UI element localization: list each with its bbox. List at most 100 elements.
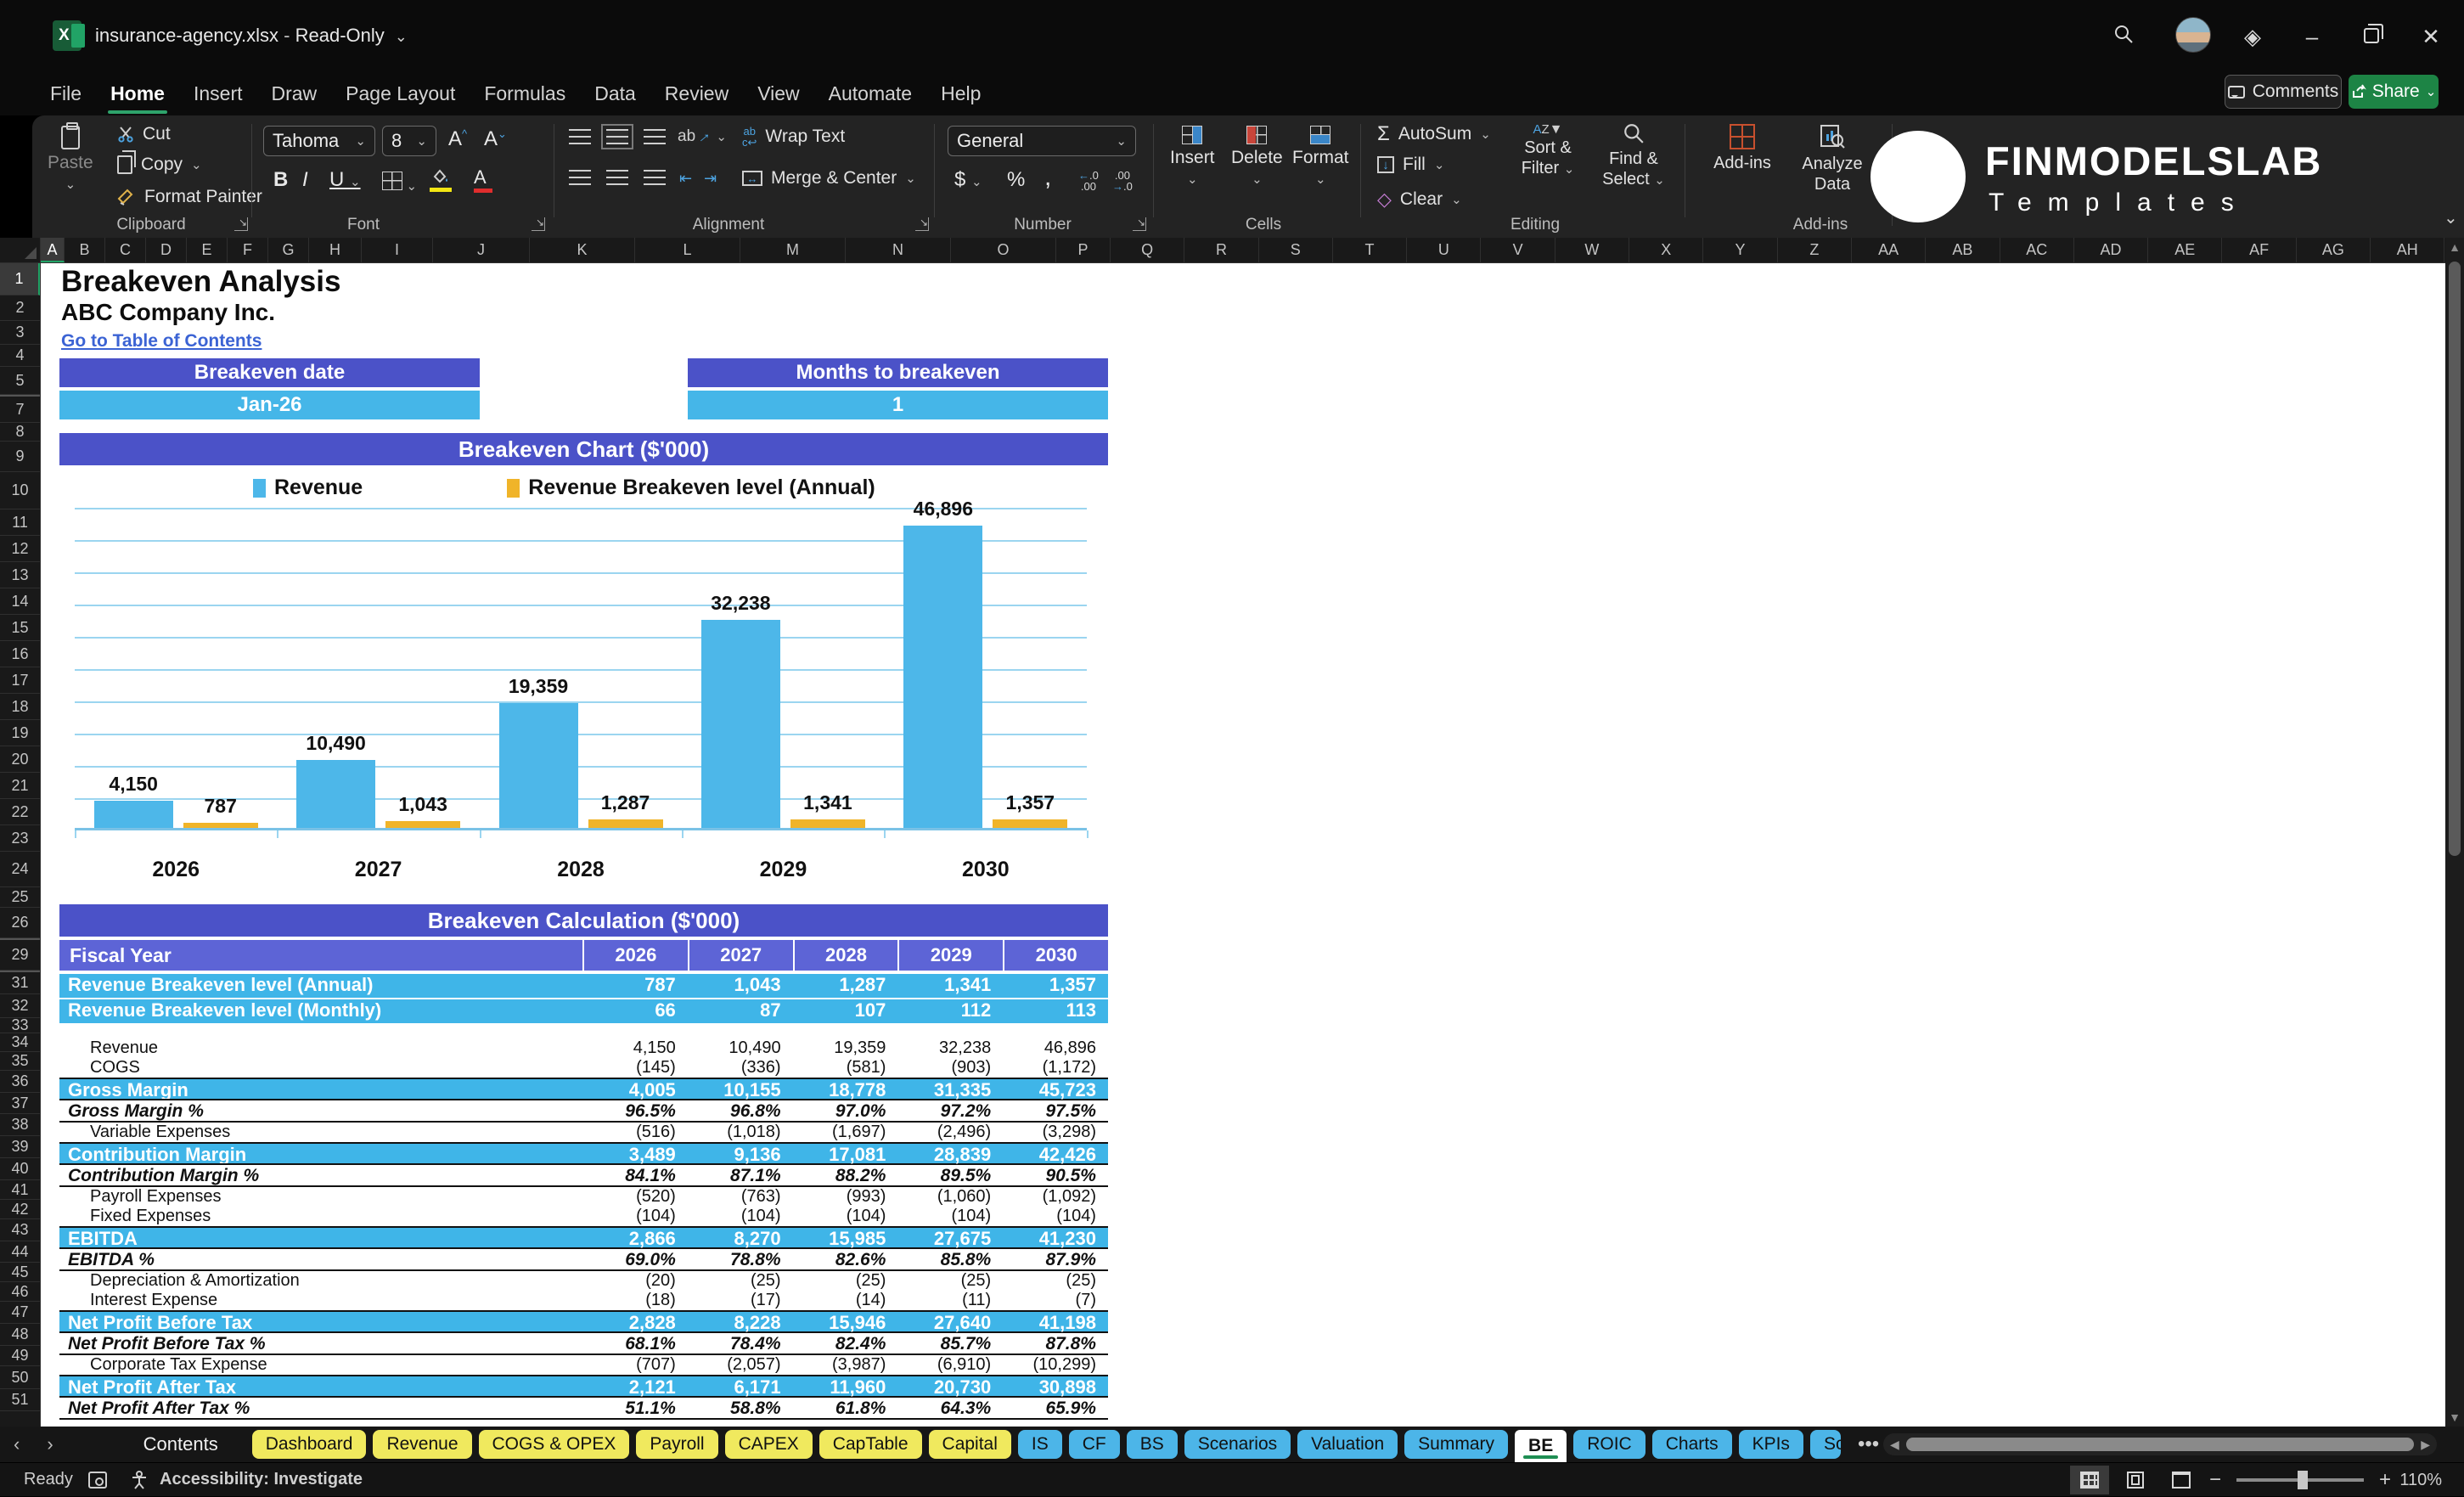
row-header-29[interactable]: 29 [0,938,40,971]
column-header-M[interactable]: M [740,238,846,262]
cell-value[interactable]: 2,121 [582,1376,688,1398]
cell-value[interactable]: 88.2% [793,1165,898,1185]
cell-value[interactable]: 32,238 [897,1038,1003,1058]
column-header-T[interactable]: T [1333,238,1408,262]
sheet-tab-contents[interactable]: Contents [67,1433,252,1455]
cell-value[interactable]: 78.4% [688,1333,793,1353]
cell-value[interactable]: 8,270 [688,1228,793,1249]
row-header-39[interactable]: 39 [0,1136,40,1158]
table-row-spacer[interactable] [59,1025,1108,1038]
vertical-align-buttons[interactable] [569,124,666,149]
column-header-H[interactable]: H [309,238,362,262]
cell-value[interactable]: (18) [582,1291,688,1310]
cell-value[interactable]: (2,496) [897,1123,1003,1142]
menu-draw[interactable]: Draw [257,76,332,112]
table-row-contribution-margin-[interactable]: Contribution Margin % 84.1% 87.1% 88.2% 89.5… [59,1165,1108,1187]
sheet-tab-bs[interactable]: BS [1126,1430,1178,1459]
row-header-23[interactable]: 23 [0,825,40,852]
cell-value[interactable]: 96.8% [688,1100,793,1121]
addins-button[interactable]: Add-ins [1702,124,1783,173]
row-header-16[interactable]: 16 [0,641,40,667]
column-header-Y[interactable]: Y [1703,238,1778,262]
column-header-AB[interactable]: AB [1926,238,2000,262]
row-label[interactable]: Fixed Expenses [59,1207,582,1226]
column-header-AG[interactable]: AG [2297,238,2371,262]
align-center-icon[interactable] [606,170,628,185]
read-only-badge[interactable]: Read-Only [295,25,385,46]
avatar[interactable] [2175,17,2211,53]
cell-value[interactable]: (7) [1003,1291,1108,1310]
row-header-38[interactable]: 38 [0,1114,40,1136]
table-row-variable-expenses[interactable]: Variable Expenses (516) (1,018) (1,697) (2,4… [59,1123,1108,1142]
table-row-corporate-tax-expense[interactable]: Corporate Tax Expense (707) (2,057) (3,987)… [59,1355,1108,1375]
column-header-F[interactable]: F [228,238,268,262]
fill-button[interactable]: ↓ Fill ⌄ [1377,155,1444,175]
row-header-7[interactable]: 7 [0,395,40,423]
cell-value[interactable]: (104) [688,1207,793,1226]
row-header-45[interactable]: 45 [0,1263,40,1282]
row-header-31[interactable]: 31 [0,971,40,994]
cell-value[interactable]: 1,341 [897,974,1003,998]
page-break-view-button[interactable] [2162,1466,2201,1494]
column-header-K[interactable]: K [530,238,635,262]
cell-value[interactable]: (1,018) [688,1123,793,1142]
cell-value[interactable]: 61.8% [793,1398,898,1418]
font-dialog-launcher[interactable]: ↘ [532,217,545,231]
sheet-tab-captable[interactable]: CapTable [819,1430,922,1459]
sheet-tab-summary[interactable]: Summary [1404,1430,1509,1459]
sheet-tab-roic[interactable]: ROIC [1573,1430,1645,1459]
cell-value[interactable]: (14) [793,1291,898,1310]
cell-value[interactable]: 3,489 [582,1144,688,1165]
scroll-down-icon[interactable]: ▼ [2445,1408,2464,1427]
zoom-in-button[interactable]: + [2374,1468,2396,1492]
scroll-left-icon[interactable]: ◀ [1883,1438,1906,1452]
cell-value[interactable]: 15,946 [793,1312,898,1333]
cell-value[interactable]: 66 [582,999,688,1023]
row-header-5[interactable]: 5 [0,367,40,395]
row-header-22[interactable]: 22 [0,799,40,825]
italic-button[interactable]: I [302,168,308,192]
column-header-S[interactable]: S [1259,238,1333,262]
fiscal-year-2030[interactable]: 2030 [1003,940,1108,971]
row-label[interactable]: EBITDA % [59,1249,582,1269]
row-header-48[interactable]: 48 [0,1324,40,1346]
clear-button[interactable]: ◇ Clear ⌄ [1377,189,1462,211]
cell-value[interactable]: (10,299) [1003,1355,1108,1375]
row-header-43[interactable]: 43 [0,1219,40,1241]
cell-value[interactable]: 10,155 [688,1079,793,1100]
cell-value[interactable]: 2,866 [582,1228,688,1249]
row-header-32[interactable]: 32 [0,994,40,1018]
cell-value[interactable]: (2,057) [688,1355,793,1375]
row-header-4[interactable]: 4 [0,345,40,367]
menu-data[interactable]: Data [580,76,650,112]
cell-value[interactable]: 787 [582,974,688,998]
cell-value[interactable]: 90.5% [1003,1165,1108,1185]
column-header-L[interactable]: L [635,238,740,262]
row-header-46[interactable]: 46 [0,1282,40,1302]
column-header-D[interactable]: D [146,238,187,262]
minimize-button[interactable]: – [2298,22,2326,51]
fiscal-year-2029[interactable]: 2029 [897,940,1003,971]
row-header-3[interactable]: 3 [0,321,40,345]
font-name-select[interactable]: Tahoma ⌄ [263,126,375,156]
align-middle-icon[interactable] [601,124,633,149]
fiscal-year-2027[interactable]: 2027 [687,940,793,971]
increase-font-size-button[interactable]: A^ [448,127,467,151]
table-row-ebitda-[interactable]: EBITDA % 69.0% 78.8% 82.6% 85.8% 87.9% [59,1249,1108,1271]
fill-color-button[interactable] [430,168,452,192]
cell-value[interactable]: 87.1% [688,1165,793,1185]
cell-value[interactable]: 69.0% [582,1249,688,1269]
row-header-47[interactable]: 47 [0,1302,40,1324]
column-header-Z[interactable]: Z [1778,238,1852,262]
cell-value[interactable]: 6,171 [688,1376,793,1398]
cell-value[interactable]: (25) [1003,1271,1108,1291]
cell-value[interactable]: 78.8% [688,1249,793,1269]
chart-title[interactable]: Breakeven Chart ($'000) [59,433,1108,465]
cut-button[interactable]: Cut [117,124,171,144]
sheet-tab-cf[interactable]: CF [1068,1430,1120,1459]
sheet-tab-kpis[interactable]: KPIs [1738,1430,1803,1459]
cell-value[interactable]: 41,230 [1003,1228,1108,1249]
restore-button[interactable] [2357,22,2386,51]
row-label[interactable]: Contribution Margin [59,1144,582,1163]
column-header-B[interactable]: B [65,238,105,262]
